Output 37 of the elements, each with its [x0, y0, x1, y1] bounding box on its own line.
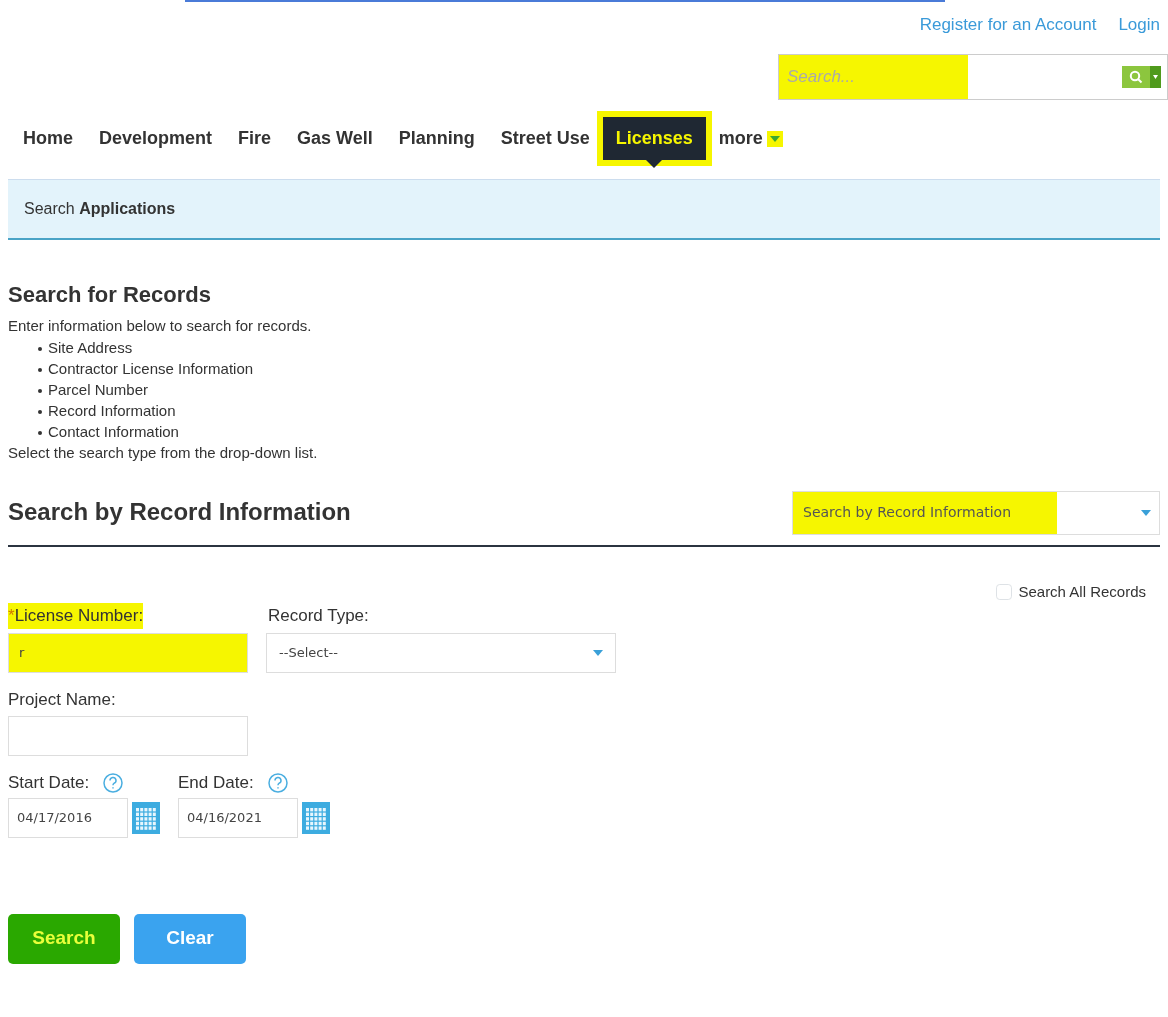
- nav-tab[interactable]: Home: [10, 117, 86, 160]
- field-label: End Date:: [178, 772, 254, 794]
- input-field[interactable]: [8, 716, 248, 756]
- record-type-dropdown[interactable]: --Select--: [266, 632, 616, 673]
- nav-tab[interactable]: more: [705, 117, 796, 160]
- date-field[interactable]: 04/17/2016: [8, 797, 128, 838]
- nav-tab[interactable]: Development: [86, 117, 226, 160]
- caret-icon: [1141, 509, 1151, 516]
- input-field[interactable]: r: [8, 632, 248, 673]
- breadcrumb-bar: Search Applications: [8, 178, 1160, 240]
- calendar-button[interactable]: [132, 801, 160, 834]
- caret-icon: [593, 649, 603, 656]
- help-icon[interactable]: [267, 772, 288, 793]
- section-heading: Search by Record Information: [8, 498, 351, 527]
- date-field[interactable]: 04/16/2021: [178, 797, 298, 838]
- pointer-icon: [646, 160, 663, 168]
- list-item: Parcel Number: [38, 379, 1160, 400]
- field-label: Record Type:: [268, 605, 369, 627]
- instruction-text: Select the search type from the drop-down list.: [8, 443, 319, 463]
- page-heading: Search for Records: [8, 280, 212, 309]
- list-item: Contractor License Information: [38, 358, 1160, 379]
- nav-tab[interactable]: Gas Well: [284, 117, 386, 160]
- list-item: Contact Information: [38, 421, 1160, 442]
- field-label: Project Name:: [8, 688, 116, 711]
- nav-tab[interactable]: Fire: [225, 117, 285, 160]
- search-type-dropdown[interactable]: Search by Record Information: [792, 490, 1160, 535]
- list-item: Site Address: [38, 337, 1160, 358]
- nav-tab[interactable]: Street Use: [487, 117, 603, 160]
- checkbox[interactable]: [996, 583, 1013, 600]
- calendar-button[interactable]: [302, 801, 330, 834]
- help-icon[interactable]: [103, 772, 124, 793]
- field-label: *License Number:: [8, 603, 144, 629]
- intro-text: Enter information below to search for records.: [8, 315, 313, 336]
- checkbox-label: Search All Records: [1018, 581, 1146, 602]
- list-item: Record Information: [38, 400, 1160, 421]
- nav-tab[interactable]: Planning: [385, 117, 488, 160]
- field-label: Start Date:: [8, 772, 90, 794]
